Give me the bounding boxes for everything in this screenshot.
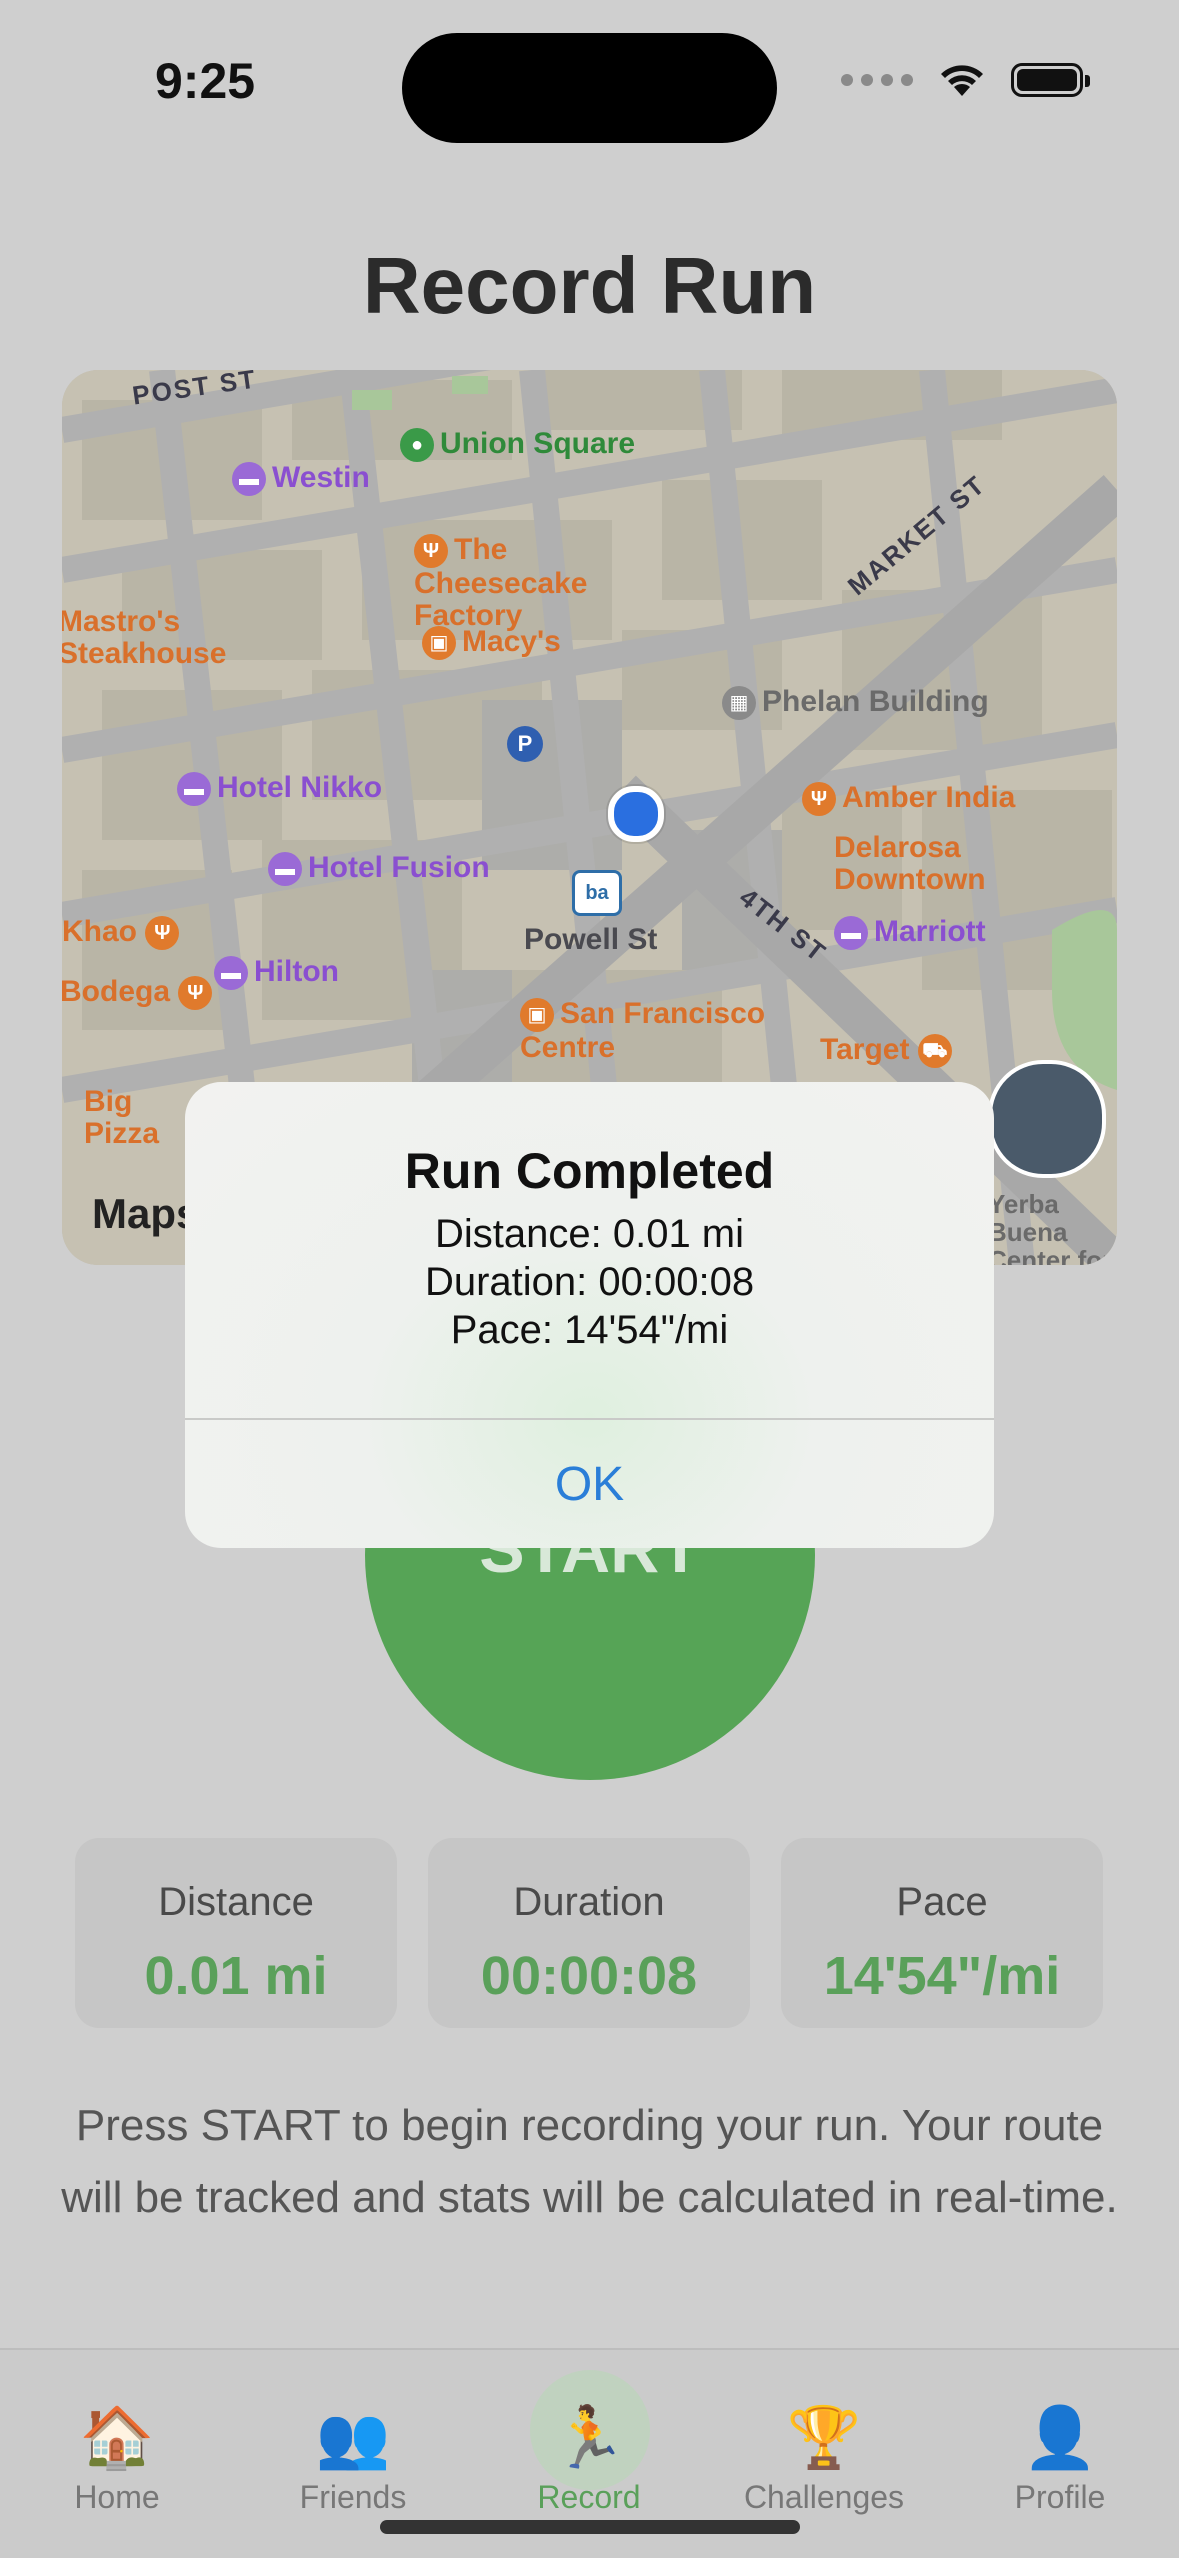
friends-icon: 👥 <box>315 2404 391 2471</box>
poi-hotel-fusion[interactable]: ▬ Hotel Fusion <box>268 852 490 887</box>
tab-label: Friends <box>299 2479 407 2515</box>
cellular-signal-icon <box>841 74 913 86</box>
maps-attribution: Maps <box>92 1190 200 1237</box>
poi-phelan-building[interactable]: ▦ Phelan Building <box>722 686 989 721</box>
look-around-thumbnail[interactable] <box>988 1060 1106 1178</box>
stat-label: Duration <box>513 1880 665 1924</box>
duration-stat-card: Duration 00:00:08 <box>428 1838 750 2028</box>
stat-label: Distance <box>158 1880 314 1924</box>
poi-cheesecake-factory[interactable]: Ψ The Cheesecake Factory <box>414 533 684 632</box>
poi-san-francisco-centre[interactable]: ▣ San Francisco Centre <box>520 997 780 1064</box>
runner-icon: 🏃 <box>551 2404 627 2471</box>
poi-mastros-steakhouse[interactable]: Mastro's Steakhouse <box>62 606 228 670</box>
run-completed-alert: Run Completed Distance: 0.01 mi Duration… <box>185 1082 994 1548</box>
station-label-powell-st: Powell St <box>524 923 658 956</box>
tab-profile[interactable]: 👤 Profile <box>960 2348 1160 2516</box>
poi-marriott[interactable]: ▬ Marriott <box>834 916 986 951</box>
current-location-dot <box>608 786 664 842</box>
profile-icon: 👤 <box>1022 2404 1098 2471</box>
alert-duration: Duration: 00:00:08 <box>424 1260 755 1304</box>
home-icon: 🏠 <box>79 2404 155 2471</box>
tab-label: Profile <box>1014 2479 1106 2515</box>
hotel-pin-icon: ▬ <box>214 956 248 991</box>
cart-pin-icon: ⛟ <box>917 1034 952 1069</box>
tab-friends[interactable]: 👥 Friends <box>253 2348 453 2516</box>
poi-target[interactable]: Target ⛟ <box>820 1034 958 1069</box>
poi-hotel-nikko[interactable]: ▬ Hotel Nikko <box>177 772 382 807</box>
ok-button[interactable]: OK <box>185 1420 994 1548</box>
transit-station-icon: ba <box>572 870 622 916</box>
alert-distance: Distance: 0.01 mi <box>434 1212 745 1256</box>
shopping-pin-icon: ▣ <box>422 626 456 661</box>
shopping-pin-icon: ▣ <box>520 998 554 1033</box>
poi-bodega[interactable]: Bodega Ψ <box>62 976 218 1011</box>
tab-label: Home <box>74 2479 160 2515</box>
restaurant-pin-icon: Ψ <box>802 782 836 817</box>
wifi-icon <box>941 65 983 96</box>
pace-stat-card: Pace 14'54"/mi <box>781 1838 1103 2028</box>
alert-title: Run Completed <box>404 1143 775 1199</box>
poi-amber-india[interactable]: Ψ Amber India <box>802 782 1015 817</box>
distance-stat-card: Distance 0.01 mi <box>75 1838 397 2028</box>
tab-challenges[interactable]: 🏆 Challenges <box>724 2348 924 2516</box>
poi-westin[interactable]: ▬ Westin <box>232 462 370 497</box>
poi-hilton[interactable]: ▬ Hilton <box>214 956 339 991</box>
stat-value: 00:00:08 <box>480 1946 698 2006</box>
page-title: Record Run <box>362 241 817 330</box>
building-pin-icon: ▦ <box>722 686 756 721</box>
stat-label: Pace <box>896 1880 988 1924</box>
stat-value: 0.01 mi <box>144 1946 328 2006</box>
park-pin-icon: ● <box>400 428 434 463</box>
hotel-pin-icon: ▬ <box>834 916 868 951</box>
poi-khao[interactable]: Khao Ψ <box>62 916 185 951</box>
stat-value: 14'54"/mi <box>823 1946 1061 2006</box>
restaurant-pin-icon: Ψ <box>145 916 180 951</box>
alert-pace: Pace: 14'54"/mi <box>450 1308 729 1352</box>
restaurant-pin-icon: Ψ <box>414 534 448 569</box>
dynamic-island <box>402 33 777 143</box>
restaurant-pin-icon: Ψ <box>178 976 213 1011</box>
hotel-pin-icon: ▬ <box>177 772 211 807</box>
poi-delarosa-downtown[interactable]: Delarosa Downtown <box>834 832 1034 896</box>
status-icons <box>841 62 1090 98</box>
poi-macys[interactable]: ▣ Macy's <box>422 626 561 661</box>
tab-label: Challenges <box>743 2479 905 2515</box>
tab-record[interactable]: 🏃 Record <box>489 2348 689 2516</box>
trophy-icon: 🏆 <box>786 2404 862 2471</box>
home-indicator <box>380 2520 800 2534</box>
hotel-pin-icon: ▬ <box>232 462 266 497</box>
poi-yerba-buena-center[interactable]: Yerba Buena Center for the Arts <box>988 1190 1117 1265</box>
tab-home[interactable]: 🏠 Home <box>17 2348 217 2516</box>
battery-icon <box>1011 63 1090 97</box>
instruction-text: Press START to begin recording your run.… <box>61 2101 1118 2222</box>
status-time: 9:25 <box>155 53 256 109</box>
poi-union-square[interactable]: ● Union Square <box>400 428 635 463</box>
tab-label: Record <box>537 2479 641 2515</box>
hotel-pin-icon: ▬ <box>268 852 302 887</box>
parking-icon: P <box>507 726 543 762</box>
